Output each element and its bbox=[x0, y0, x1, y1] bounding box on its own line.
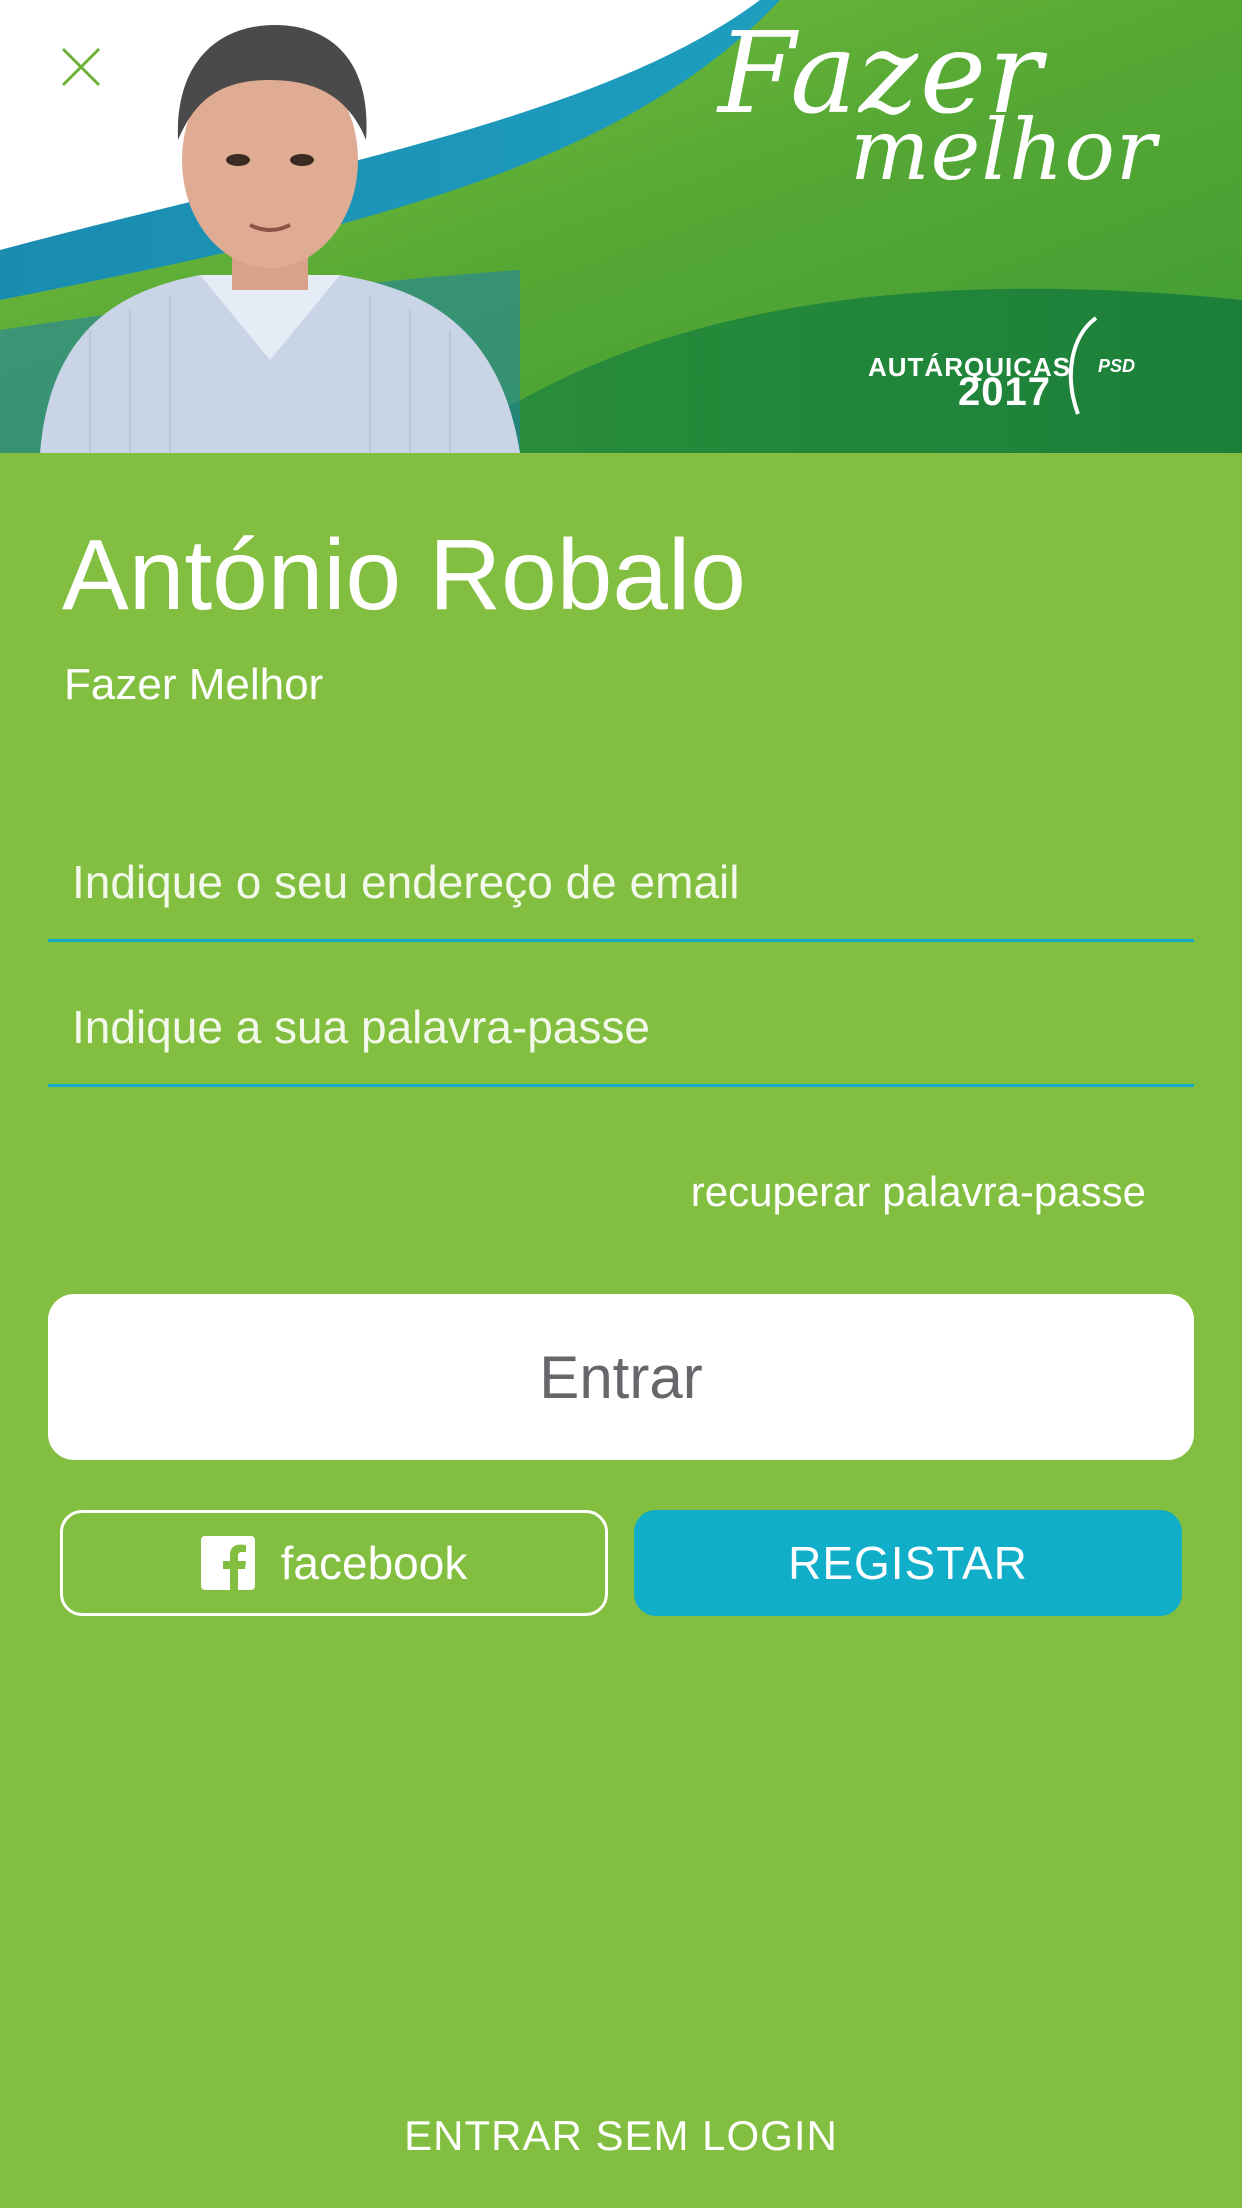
candidate-tagline: Fazer Melhor bbox=[64, 660, 324, 709]
login-screen: Fazer melhor AUTÁRQUICAS 2017 PSD Antóni… bbox=[0, 0, 1242, 2208]
enter-without-login-link[interactable]: ENTRAR SEM LOGIN bbox=[0, 2112, 1242, 2160]
password-input[interactable] bbox=[72, 977, 1172, 1077]
close-button[interactable] bbox=[52, 38, 110, 96]
password-field bbox=[48, 977, 1194, 1087]
facebook-button-label: facebook bbox=[280, 1537, 468, 1589]
recover-password-link[interactable]: recuperar palavra-passe bbox=[691, 1168, 1146, 1216]
facebook-login-button[interactable]: facebook bbox=[60, 1510, 608, 1616]
campaign-slogan: Fazer melhor bbox=[700, 18, 1170, 192]
election-year: 2017 bbox=[958, 370, 1051, 414]
slogan-line-2: melhor bbox=[850, 101, 1158, 199]
enter-button[interactable]: Entrar bbox=[48, 1294, 1194, 1460]
register-button-label: REGISTAR bbox=[788, 1537, 1028, 1589]
email-input[interactable] bbox=[72, 832, 1172, 932]
close-icon bbox=[61, 47, 101, 87]
register-button[interactable]: REGISTAR bbox=[634, 1510, 1182, 1616]
facebook-icon bbox=[200, 1536, 255, 1590]
email-field bbox=[48, 832, 1194, 942]
party-name: PSD bbox=[1098, 356, 1136, 376]
election-logo: AUTÁRQUICAS 2017 PSD bbox=[866, 316, 1166, 416]
campaign-banner: Fazer melhor AUTÁRQUICAS 2017 PSD bbox=[0, 0, 1242, 453]
candidate-name: António Robalo bbox=[62, 519, 746, 631]
enter-button-label: Entrar bbox=[539, 1343, 703, 1411]
